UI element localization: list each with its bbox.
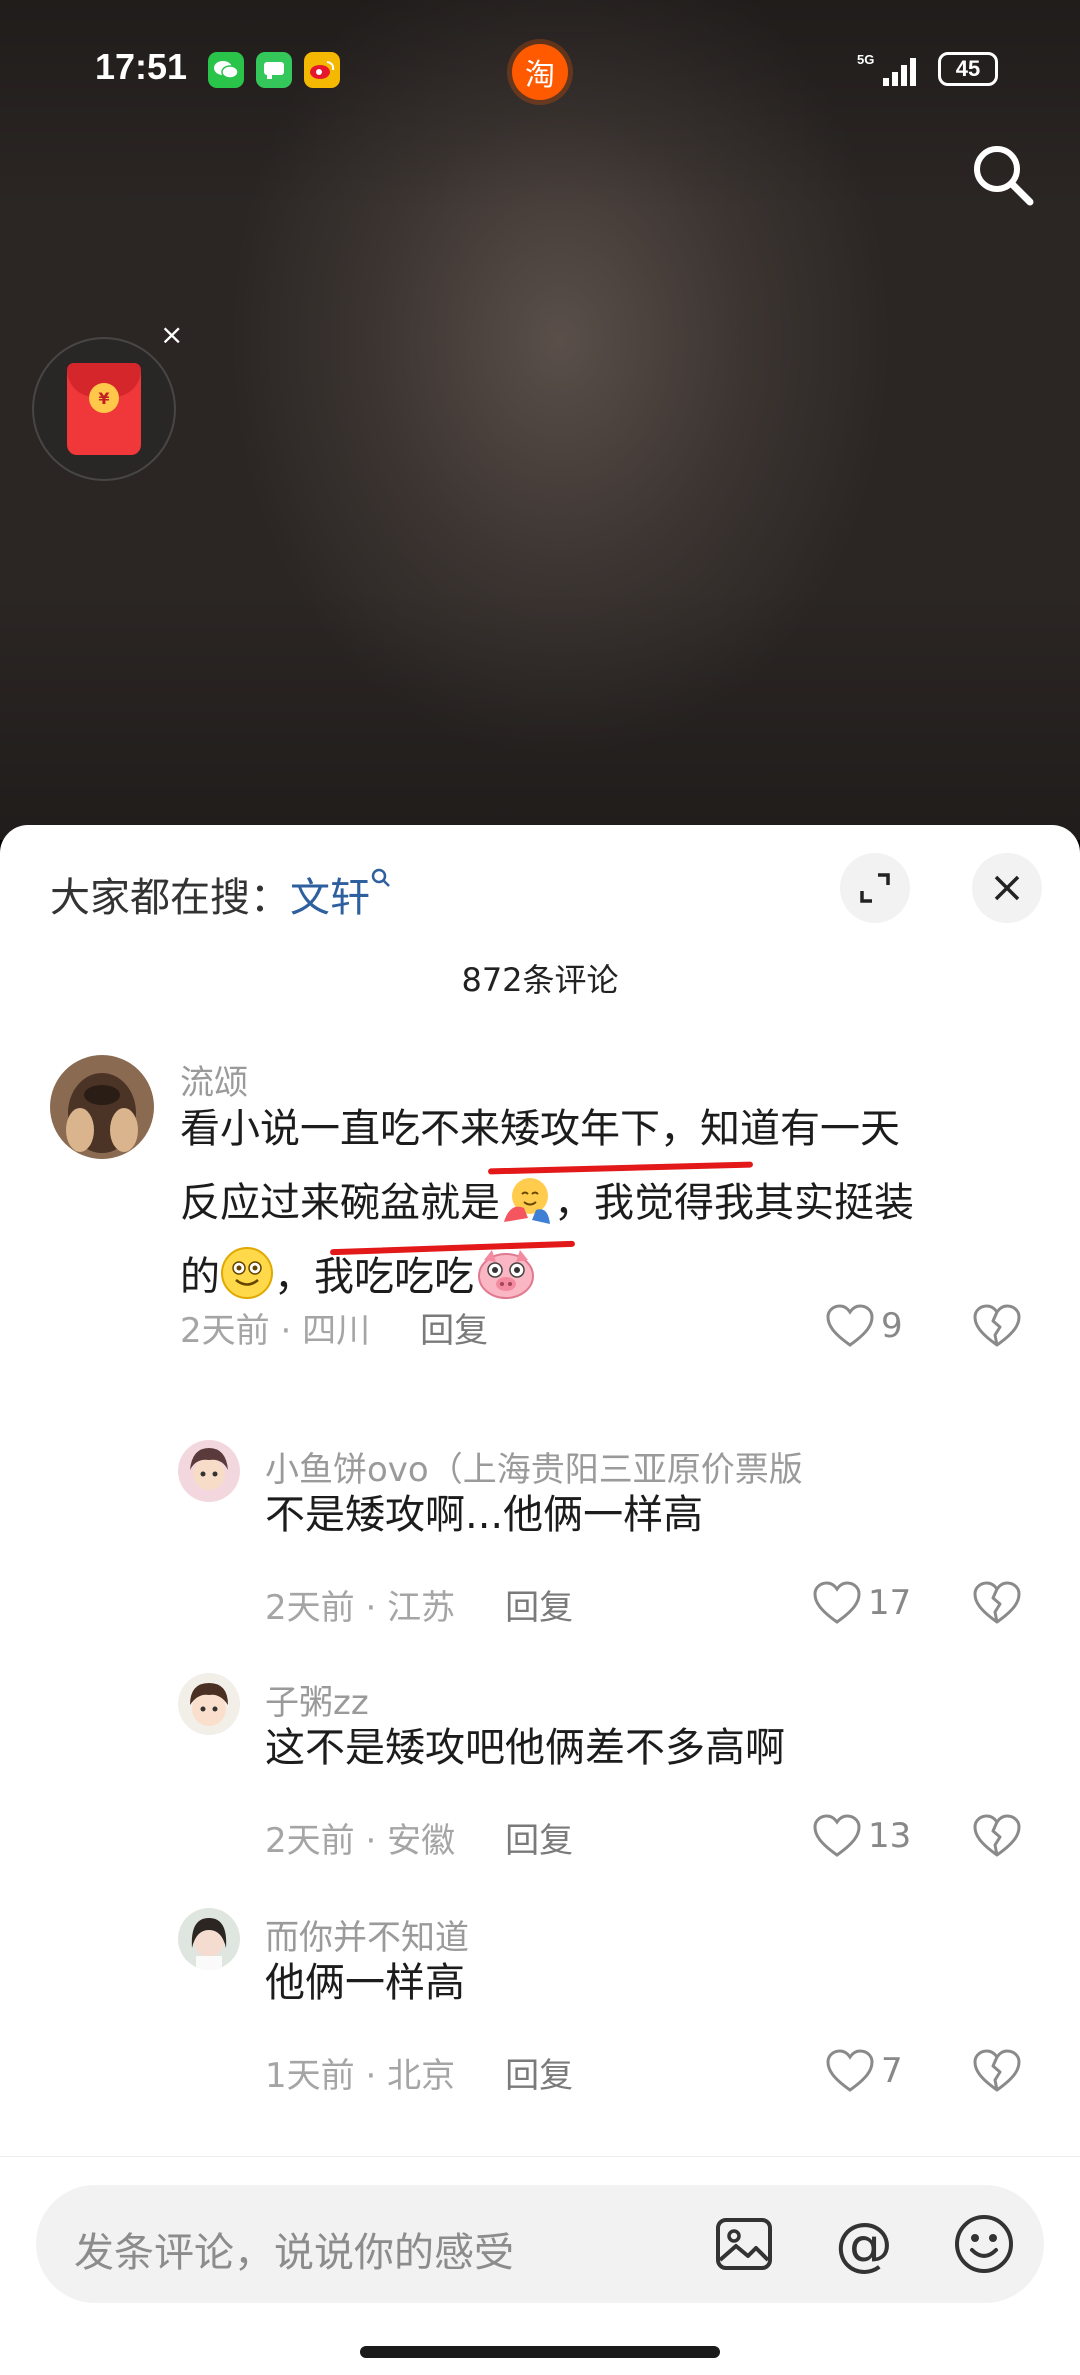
hug-emoji-icon	[504, 1178, 550, 1224]
close-icon	[994, 875, 1020, 901]
comment-meta: 1天前 · 北京 回复	[265, 2056, 574, 2096]
avatar[interactable]	[50, 1055, 154, 1159]
red-packet-icon: ¥	[67, 363, 141, 455]
wechat-icon	[208, 52, 244, 88]
broken-heart-icon	[973, 2049, 1021, 2092]
heart-icon	[813, 1581, 861, 1624]
close-button[interactable]	[972, 853, 1042, 923]
avatar[interactable]	[178, 1908, 240, 1970]
hot-search[interactable]: 大家都在搜：文轩	[50, 865, 394, 923]
hot-search-prefix: 大家都在搜：	[50, 875, 290, 921]
comment-meta: 2天前 · 安徽 回复	[265, 1821, 574, 1861]
comment-text: 不是矮攻啊...他俩一样高	[265, 1492, 704, 1538]
avatar[interactable]	[178, 1440, 240, 1502]
emoji-button[interactable]	[952, 2212, 1016, 2276]
red-packet-close-icon[interactable]: ×	[160, 318, 183, 351]
search-icon[interactable]	[968, 140, 1038, 210]
smile-emoji-icon	[221, 1247, 273, 1299]
comment-meta: 2天前 · 四川 回复	[180, 1311, 489, 1351]
like-count: 17	[868, 1583, 912, 1623]
emoji-icon	[955, 2215, 1013, 2273]
broken-heart-icon	[973, 1581, 1021, 1624]
like-button[interactable]: 17	[812, 1580, 911, 1626]
like-count: 7	[881, 2051, 903, 2091]
heart-icon	[813, 1814, 861, 1857]
dislike-button[interactable]	[972, 2048, 1022, 2098]
broken-heart-icon	[973, 1304, 1021, 1347]
messages-icon	[256, 52, 292, 88]
like-button[interactable]: 13	[812, 1813, 911, 1859]
weibo-icon	[304, 52, 340, 88]
like-count: 9	[881, 1306, 903, 1346]
reply-button[interactable]: 回复	[505, 1821, 573, 1861]
heart-icon	[826, 1304, 874, 1347]
at-icon: @	[835, 2210, 893, 2278]
reply-item: 小鱼饼ovo（上海贵阳三亚原价票版 不是矮攻啊...他俩一样高 2天前 · 江苏…	[0, 1440, 1080, 1670]
image-icon	[716, 2218, 772, 2270]
status-bar: 17:51 淘 5G 45	[0, 0, 1080, 150]
status-time: 17:51	[95, 46, 188, 87]
expand-icon	[860, 873, 890, 903]
pig-emoji-icon	[478, 1250, 534, 1299]
red-packet-widget[interactable]: ¥	[32, 337, 176, 481]
reply-button[interactable]: 回复	[505, 1588, 573, 1628]
reply-button[interactable]: 回复	[505, 2056, 573, 2096]
battery-indicator: 45	[938, 52, 998, 86]
taobao-icon: 淘	[512, 44, 568, 100]
expand-button[interactable]	[840, 853, 910, 923]
comment-input-placeholder: 发条评论，说说你的感受	[74, 2230, 514, 2276]
like-count: 13	[868, 1816, 912, 1856]
heart-icon	[826, 2049, 874, 2092]
dislike-button[interactable]	[972, 1303, 1022, 1353]
reply-item: 而你并不知道 他俩一样高 1天前 · 北京 回复 7	[0, 1908, 1080, 2138]
comment-text: 他俩一样高	[265, 1960, 465, 2006]
like-button[interactable]: 7	[825, 2048, 903, 2094]
comment-text: 看小说一直吃不来矮攻年下，知道有一天 反应过来碗盆就是 ，我觉得我其实挺装 的，我…	[180, 1106, 914, 1300]
mention-button[interactable]: @	[832, 2212, 896, 2276]
hot-search-keyword[interactable]: 文轩	[290, 875, 370, 921]
search-small-icon	[371, 868, 390, 887]
comment-item: 流颂 看小说一直吃不来矮攻年下，知道有一天 反应过来碗盆就是 ，我觉得我其实挺装 …	[0, 1055, 1080, 1435]
dislike-button[interactable]	[972, 1580, 1022, 1630]
avatar[interactable]	[178, 1673, 240, 1735]
signal-5g-icon: 5G	[855, 50, 925, 94]
svg-text:5G: 5G	[857, 52, 874, 67]
home-indicator[interactable]	[360, 2346, 720, 2358]
reply-button[interactable]: 回复	[420, 1311, 488, 1351]
comment-input-bar: 发条评论，说说你的感受 @	[0, 2156, 1080, 2375]
comment-input[interactable]: 发条评论，说说你的感受 @	[36, 2185, 1044, 2303]
comment-count: 872条评论	[461, 961, 619, 999]
like-button[interactable]: 9	[825, 1303, 903, 1349]
reply-item: 子粥zz 这不是矮攻吧他俩差不多高啊 2天前 · 安徽 回复 13	[0, 1673, 1080, 1903]
comment-sheet: 大家都在搜：文轩 872条评论 流颂 看小说一直吃不来矮攻年下，知道有一天 反应…	[0, 825, 1080, 2374]
image-picker-button[interactable]	[712, 2212, 776, 2276]
comment-text: 这不是矮攻吧他俩差不多高啊	[265, 1725, 785, 1771]
broken-heart-icon	[973, 1814, 1021, 1857]
comment-meta: 2天前 · 江苏 回复	[265, 1588, 574, 1628]
dislike-button[interactable]	[972, 1813, 1022, 1863]
